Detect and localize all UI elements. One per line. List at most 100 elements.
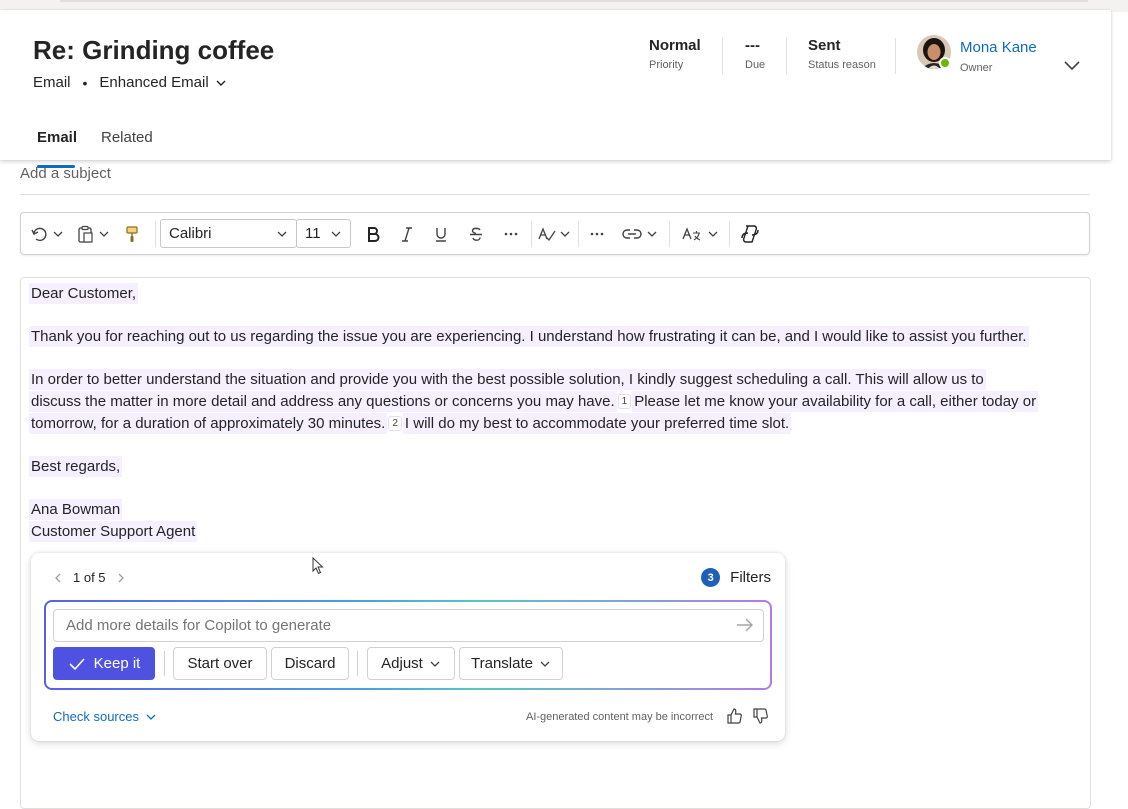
- undo-button[interactable]: [30, 223, 64, 245]
- strikethrough-button[interactable]: [467, 223, 485, 245]
- copilot-button[interactable]: [739, 223, 761, 245]
- record-subtitle: Email • Enhanced Email: [33, 74, 227, 91]
- keep-it-button[interactable]: Keep it: [53, 647, 155, 680]
- more-icon: [590, 232, 604, 236]
- paragraph-text: I will do my best to accommodate your pr…: [404, 415, 790, 432]
- more-formatting-button[interactable]: [502, 223, 520, 245]
- status-field: Sent Status reason: [808, 37, 876, 71]
- translate-button[interactable]: [681, 223, 719, 245]
- top-strip-bar: [60, 0, 1088, 2]
- editor-button[interactable]: [537, 223, 571, 245]
- next-draft-button[interactable]: [116, 572, 126, 584]
- bold-icon: [368, 227, 380, 242]
- chevron-down-icon: [53, 231, 63, 237]
- owner-label: Owner: [960, 62, 993, 74]
- email-paragraph: Thank you for reaching out to us regardi…: [31, 326, 1027, 348]
- copilot-prompt-input[interactable]: [53, 609, 764, 642]
- priority-value: Normal: [649, 37, 701, 54]
- chevron-down-icon: [647, 231, 657, 237]
- adjust-button[interactable]: Adjust: [367, 647, 455, 680]
- translate-icon: [682, 227, 701, 241]
- format-painter-button[interactable]: [123, 223, 141, 245]
- clipboard-icon: [78, 225, 93, 243]
- italic-icon: [402, 227, 412, 242]
- more-options-button[interactable]: [588, 223, 606, 245]
- email-greeting: Dear Customer,: [31, 283, 137, 305]
- underline-button[interactable]: [432, 223, 450, 245]
- strikethrough-icon: [470, 227, 482, 241]
- tab-related[interactable]: Related: [101, 129, 153, 146]
- expand-header-button[interactable]: [1062, 55, 1082, 80]
- chevron-down-icon: [277, 231, 287, 237]
- translate-draft-button[interactable]: Translate: [459, 647, 563, 680]
- format-painter-icon: [126, 226, 138, 242]
- undo-icon: [31, 227, 47, 242]
- citation-marker[interactable]: 2: [388, 416, 402, 431]
- citation-marker[interactable]: 1: [617, 394, 632, 409]
- copilot-draft-panel: 1 of 5 3 Filters Keep it Start over Disc…: [31, 553, 785, 741]
- chevron-down-icon: [429, 658, 441, 670]
- active-tab-indicator: [37, 165, 75, 168]
- subtitle-separator: •: [82, 74, 88, 91]
- underline-icon: [436, 228, 446, 242]
- adjust-label: Adjust: [381, 655, 423, 672]
- form-name: Enhanced Email: [99, 74, 209, 91]
- entity-name: Email: [33, 74, 71, 91]
- previous-draft-button[interactable]: [53, 572, 63, 584]
- start-over-button[interactable]: Start over: [173, 647, 267, 680]
- paragraph-text: discuss the matter in more detail and ad…: [31, 393, 615, 410]
- paragraph-text: In order to better understand the situat…: [31, 371, 984, 388]
- formatting-toolbar: Calibri 11: [20, 212, 1090, 255]
- toolbar-divider: [729, 221, 730, 247]
- record-header: Re: Grinding coffee Email • Enhanced Ema…: [0, 10, 1111, 168]
- draft-counter: 1 of 5: [73, 570, 106, 585]
- arrow-right-icon: [737, 618, 753, 632]
- due-label: Due: [745, 59, 766, 71]
- chevron-down-icon: [539, 658, 551, 670]
- email-closing: Best regards,: [31, 456, 121, 478]
- keep-it-label: Keep it: [93, 655, 141, 672]
- draft-pager: 1 of 5: [53, 570, 126, 585]
- email-paragraph: In order to better understand the situat…: [31, 369, 1037, 435]
- bold-button[interactable]: [364, 223, 382, 245]
- presence-available-icon: [939, 57, 951, 69]
- insert-link-button[interactable]: [622, 223, 658, 245]
- link-icon: [622, 229, 642, 239]
- paragraph-text: tomorrow, for a duration of approximatel…: [31, 415, 386, 432]
- discard-button[interactable]: Discard: [271, 647, 349, 680]
- header-divider: [786, 38, 787, 74]
- check-sources-button[interactable]: Check sources: [53, 709, 157, 724]
- check-sources-label: Check sources: [53, 709, 139, 724]
- form-selector[interactable]: Enhanced Email: [99, 74, 226, 91]
- paragraph-text: Please let me know your availability for…: [634, 393, 1037, 410]
- font-size-value: 11: [305, 225, 321, 242]
- tab-email[interactable]: Email: [37, 129, 77, 146]
- toolbar-divider: [669, 221, 670, 247]
- filters-button[interactable]: 3 Filters: [701, 568, 771, 587]
- toolbar-divider: [155, 221, 156, 247]
- paragraph-text: Thank you for reaching out to us regardi…: [31, 328, 1027, 345]
- chevron-down-icon: [215, 77, 227, 89]
- font-size-select[interactable]: 11: [296, 219, 351, 248]
- thumbs-up-button[interactable]: [725, 707, 743, 730]
- mouse-pointer-icon: [312, 556, 324, 580]
- spelling-icon: [538, 227, 556, 242]
- filters-label: Filters: [730, 569, 771, 586]
- font-family-select[interactable]: Calibri: [160, 219, 297, 248]
- header-divider: [722, 38, 723, 74]
- paste-button[interactable]: [76, 223, 110, 245]
- send-button[interactable]: [735, 617, 755, 638]
- chevron-down-icon: [331, 231, 341, 237]
- copilot-icon: [741, 225, 759, 243]
- button-divider: [357, 651, 358, 676]
- chevron-right-icon: [118, 573, 124, 582]
- owner-name-link[interactable]: Mona Kane: [960, 39, 1037, 56]
- thumbs-down-button[interactable]: [751, 707, 769, 730]
- button-divider: [164, 651, 165, 676]
- chevron-down-icon: [99, 231, 109, 237]
- priority-field: Normal Priority: [649, 37, 701, 71]
- chevron-down-icon: [560, 231, 570, 237]
- subject-underline: [20, 194, 1090, 195]
- italic-button[interactable]: [398, 223, 416, 245]
- copilot-prompt-box: Keep it Start over Discard Adjust Transl…: [44, 600, 772, 690]
